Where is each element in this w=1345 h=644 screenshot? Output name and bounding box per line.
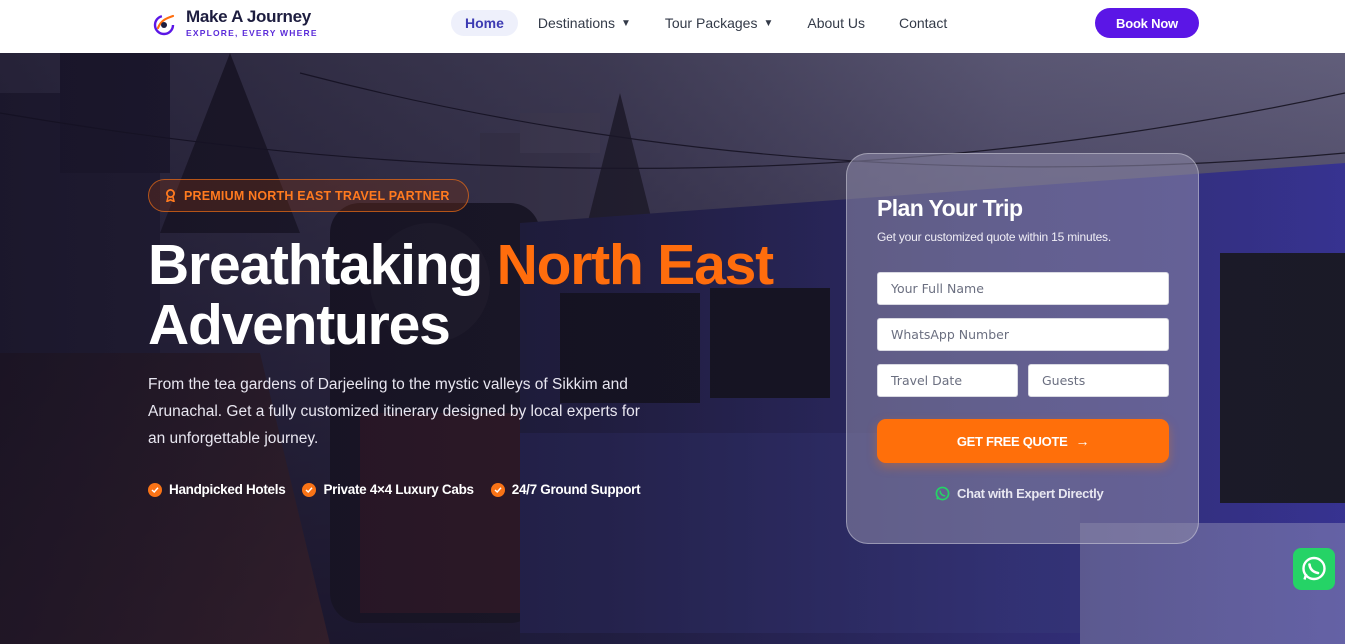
- headline-accent: North East: [496, 233, 774, 297]
- arrow-right-icon: →: [1075, 433, 1090, 449]
- form-subtitle: Get your customized quote within 15 minu…: [877, 230, 1111, 244]
- chat-with-expert-label: Chat with Expert Directly: [957, 486, 1104, 501]
- nav-home-label: Home: [465, 15, 504, 31]
- chevron-down-icon: ▼: [763, 17, 774, 29]
- partner-badge-label: PREMIUM NORTH EAST TRAVEL PARTNER: [184, 188, 450, 203]
- check-circle-icon: [148, 482, 162, 497]
- hero-headline: Breathtaking North East Adventures: [148, 235, 828, 355]
- nav-contact[interactable]: Contact: [899, 10, 947, 36]
- nav-about-us-label: About Us: [807, 15, 865, 31]
- nav-tour-packages-label: Tour Packages: [664, 15, 758, 31]
- get-free-quote-label: GET FREE QUOTE: [956, 433, 1068, 449]
- form-title: Plan Your Trip: [877, 195, 1023, 221]
- guests-input[interactable]: Guests: [1028, 364, 1169, 397]
- nav-destinations[interactable]: Destinations ▼: [538, 10, 631, 36]
- full-name-input[interactable]: Your Full Name: [877, 272, 1169, 305]
- whatsapp-icon: [1302, 556, 1326, 581]
- check-circle-icon: [302, 482, 317, 497]
- feature-label: 24/7 Ground Support: [511, 482, 641, 497]
- feature-item: 24/7 Ground Support: [490, 482, 641, 497]
- chat-with-expert-link[interactable]: Chat with Expert Directly: [935, 486, 1104, 501]
- whatsapp-icon: [935, 486, 950, 501]
- brand-logo[interactable]: Make A Journey EXPLORE, EVERY WHERE: [152, 8, 318, 39]
- check-circle-icon: [490, 482, 505, 497]
- logo-icon: [153, 14, 175, 35]
- headline-part1: Breathtaking: [148, 233, 483, 297]
- feature-label: Private 4×4 Luxury Cabs: [323, 482, 474, 497]
- whatsapp-number-input[interactable]: WhatsApp Number: [877, 318, 1169, 351]
- hero-description: From the tea gardens of Darjeeling to th…: [148, 376, 640, 447]
- book-now-button[interactable]: Book Now: [1095, 8, 1199, 38]
- plan-trip-form: Plan Your Trip Get your customized quote…: [846, 153, 1199, 544]
- nav-tour-packages[interactable]: Tour Packages ▼: [665, 10, 774, 36]
- partner-badge: PREMIUM NORTH EAST TRAVEL PARTNER: [148, 179, 469, 212]
- feature-label: Handpicked Hotels: [169, 482, 286, 497]
- nav-destinations-label: Destinations: [537, 15, 615, 31]
- brand-name: Make A Journey: [186, 7, 311, 26]
- headline-part2: Adventures: [148, 293, 451, 357]
- get-free-quote-button[interactable]: GET FREE QUOTE →: [877, 419, 1169, 463]
- brand-tagline: EXPLORE, EVERY WHERE: [186, 28, 318, 38]
- hero-section: PREMIUM NORTH EAST TRAVEL PARTNER Breath…: [0, 53, 1345, 644]
- feature-item: Private 4×4 Luxury Cabs: [302, 482, 474, 497]
- feature-list: Handpicked Hotels Private 4×4 Luxury Cab…: [148, 482, 657, 497]
- nav-contact-label: Contact: [898, 15, 948, 31]
- whatsapp-float-button[interactable]: [1293, 548, 1335, 590]
- nav-home[interactable]: Home: [451, 10, 518, 36]
- chevron-down-icon: ▼: [620, 17, 631, 29]
- feature-item: Handpicked Hotels: [148, 482, 286, 497]
- main-menu: Home Destinations ▼ Tour Packages ▼ About …: [451, 10, 981, 36]
- award-icon: [165, 189, 176, 202]
- travel-date-input[interactable]: Travel Date: [877, 364, 1018, 397]
- navbar: Make A Journey EXPLORE, EVERY WHERE Home…: [0, 0, 1345, 53]
- nav-about-us[interactable]: About Us: [807, 10, 865, 36]
